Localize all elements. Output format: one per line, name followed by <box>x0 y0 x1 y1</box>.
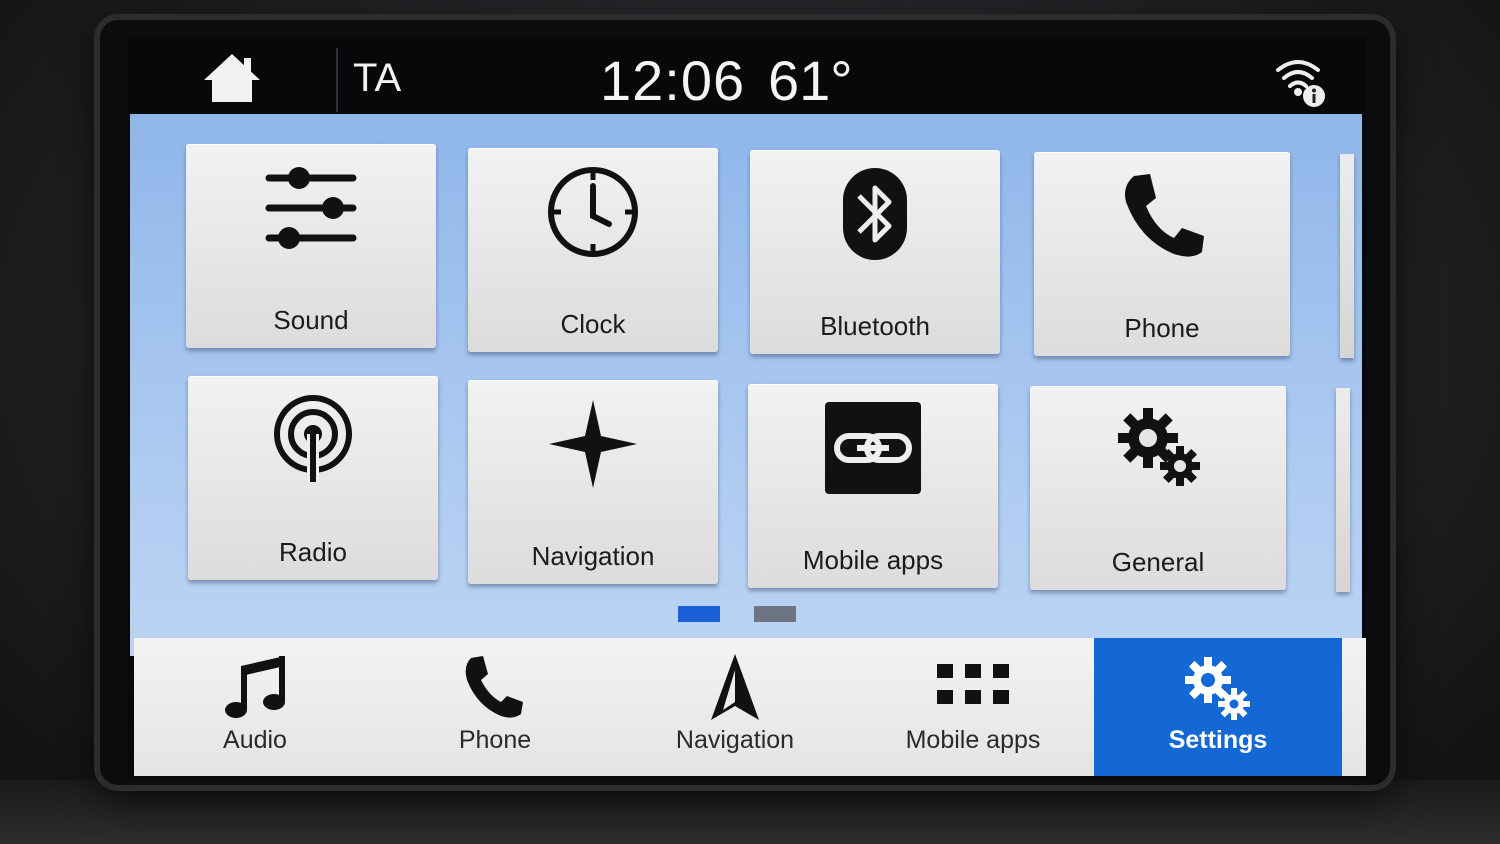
status-bar: TA 12:06 61° <box>128 38 1366 120</box>
tile-label: Clock <box>560 309 626 339</box>
next-page-tile-edge[interactable] <box>1340 154 1354 358</box>
traffic-announcement-label[interactable]: TA <box>353 56 401 101</box>
nav-label: Navigation <box>675 726 795 754</box>
sliders-icon <box>265 167 357 249</box>
clock-display: 12:06 <box>600 49 746 112</box>
page-indicator-active[interactable] <box>678 606 720 622</box>
phone-icon <box>1125 174 1204 257</box>
phone-icon <box>465 656 523 718</box>
tile-label: Navigation <box>531 541 655 571</box>
tile-sound[interactable]: Sound <box>186 144 436 348</box>
app-grid-icon <box>937 664 1009 704</box>
tile-label: Mobile apps <box>802 545 944 575</box>
tile-label: Radio <box>279 537 347 567</box>
page-indicator-inactive[interactable] <box>754 606 796 622</box>
gears-icon <box>1118 408 1200 486</box>
infotainment-screen: TA 12:06 61° Sound Clock Bluetooth Phone… <box>128 38 1366 778</box>
dashboard-trim <box>0 780 1500 844</box>
tile-label: Bluetooth <box>820 311 930 341</box>
tile-clock[interactable]: Clock <box>468 148 718 352</box>
status-divider <box>336 48 338 112</box>
tile-radio[interactable]: Radio <box>188 376 438 580</box>
bluetooth-icon <box>843 168 907 260</box>
next-page-tile-edge[interactable] <box>1336 388 1350 592</box>
music-note-icon <box>225 656 285 718</box>
wifi-status[interactable] <box>1274 52 1330 110</box>
wifi-info-icon <box>1276 60 1325 107</box>
bottom-nav-bar: Audio Phone Navigation Mobile apps Setti… <box>134 638 1366 776</box>
nav-mobile-apps[interactable]: Mobile apps <box>852 638 1094 776</box>
clock-icon <box>548 167 638 257</box>
settings-grid: Sound Clock Bluetooth Phone Radio Naviga… <box>130 114 1362 656</box>
tile-label: General <box>1111 547 1205 577</box>
home-button[interactable] <box>200 50 264 106</box>
radio-antenna-icon <box>274 395 352 482</box>
nav-navigation[interactable]: Navigation <box>614 638 856 776</box>
tile-label: Sound <box>273 305 349 335</box>
link-icon <box>825 402 921 494</box>
tile-navigation[interactable]: Navigation <box>468 380 718 584</box>
tile-mobile-apps[interactable]: Mobile apps <box>748 384 998 588</box>
nav-label: Phone <box>458 726 532 754</box>
nav-settings[interactable]: Settings <box>1094 638 1342 776</box>
outside-temperature: 61° <box>768 49 853 112</box>
nav-label: Settings <box>1168 726 1268 754</box>
tile-phone[interactable]: Phone <box>1034 152 1290 356</box>
tile-label: Phone <box>1124 313 1200 343</box>
nav-label: Mobile apps <box>905 726 1041 754</box>
navigation-arrow-icon <box>711 654 759 720</box>
nav-phone[interactable]: Phone <box>374 638 616 776</box>
gears-icon <box>1185 657 1250 720</box>
tile-bluetooth[interactable]: Bluetooth <box>750 150 1000 354</box>
nav-label: Audio <box>223 726 287 754</box>
tile-general[interactable]: General <box>1030 386 1286 590</box>
nav-audio[interactable]: Audio <box>134 638 376 776</box>
home-icon <box>204 54 260 102</box>
compass-star-icon <box>549 400 637 488</box>
